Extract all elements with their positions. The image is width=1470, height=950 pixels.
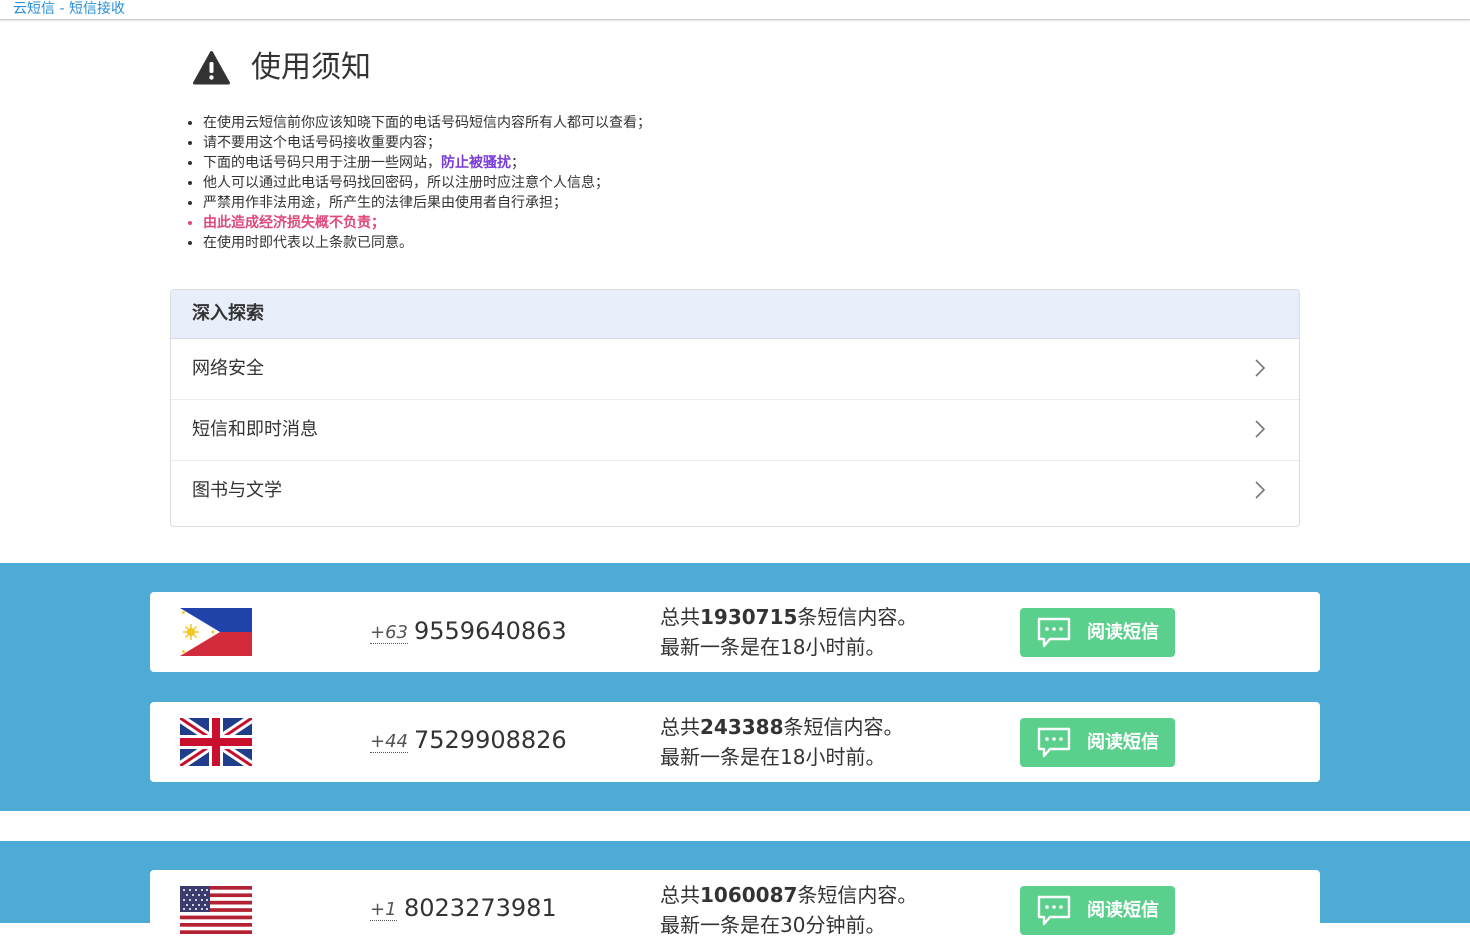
message-total: 总共243388条短信内容。 [660,712,904,742]
notice-list: 在使用云短信前你应该知晓下面的电话号码短信内容所有人都可以查看； 请不要用这个电… [185,113,651,253]
notice-item: 在使用时即代表以上条款已同意。 [203,233,651,253]
total-suffix: 条短信内容。 [797,605,918,629]
chat-bubble-icon [1037,617,1071,648]
read-sms-button[interactable]: 阅读短信 [1020,718,1175,767]
notice-item: 他人可以通过此电话号码找回密码，所以注册时应注意个人信息； [203,173,651,193]
read-sms-label: 阅读短信 [1087,622,1159,643]
message-stats: 总共243388条短信内容。 最新一条是在18小时前。 [660,712,904,772]
number-card-philippines: +63 9559640863 总共1930715条短信内容。 最新一条是在18小… [150,592,1320,672]
chevron-right-icon [1255,481,1266,499]
explore-item-books-literature[interactable]: 图书与文学 [171,461,1299,521]
notice-text: ； [511,155,525,171]
read-sms-button[interactable]: 阅读短信 [1020,886,1175,935]
country-code: +1 [370,899,397,921]
chat-bubble-icon [1037,727,1071,758]
message-stats: 总共1930715条短信内容。 最新一条是在18小时前。 [660,602,917,662]
explore-item-network-security[interactable]: 网络安全 [171,339,1299,400]
total-prefix: 总共 [660,605,700,629]
message-total: 总共1060087条短信内容。 [660,880,917,910]
explore-heading: 深入探索 [171,290,1299,339]
message-stats: 总共1060087条短信内容。 最新一条是在30分钟前。 [660,880,917,940]
top-bar: 云短信 - 短信接收 [0,0,1470,20]
total-count: 243388 [700,715,784,739]
country-code: +44 [370,731,408,753]
total-suffix: 条短信内容。 [797,883,918,907]
highlight-text: 防止被骚扰 [441,155,511,171]
country-code: +63 [370,622,408,644]
notice-item: 下面的电话号码只用于注册一些网站，防止被骚扰； [203,153,651,173]
explore-panel: 深入探索 网络安全 短信和即时消息 图书与文学 [170,289,1300,527]
explore-item-label: 短信和即时消息 [192,419,318,440]
latest-message-time: 最新一条是在18小时前。 [660,635,886,659]
notice-header: 使用须知 [193,48,371,88]
uk-flag-icon [180,718,252,766]
us-flag-icon [180,886,252,934]
notice-text: 下面的电话号码只用于注册一些网站， [203,155,441,171]
philippines-flag-icon [180,608,252,656]
number-list-band: +63 9559640863 总共1930715条短信内容。 最新一条是在18小… [0,563,1470,811]
notice-item: 在使用云短信前你应该知晓下面的电话号码短信内容所有人都可以查看； [203,113,651,133]
total-prefix: 总共 [660,883,700,907]
number-list-band: +1 8023273981 总共1060087条短信内容。 最新一条是在30分钟… [0,841,1470,950]
phone-number[interactable]: 7529908826 [414,725,567,755]
explore-item-label: 网络安全 [192,358,264,379]
number-card-us: +1 8023273981 总共1060087条短信内容。 最新一条是在30分钟… [150,870,1320,950]
total-prefix: 总共 [660,715,700,739]
read-sms-button[interactable]: 阅读短信 [1020,608,1175,657]
total-count: 1930715 [700,605,798,629]
total-suffix: 条短信内容。 [783,715,904,739]
number-card-uk: +44 7529908826 总共243388条短信内容。 最新一条是在18小时… [150,702,1320,782]
message-total: 总共1930715条短信内容。 [660,602,917,632]
notice-item-warning: 由此造成经济损失概不负责； [203,213,651,233]
read-sms-label: 阅读短信 [1087,900,1159,921]
chevron-right-icon [1255,420,1266,438]
notice-item: 请不要用这个电话号码接收重要内容； [203,133,651,153]
read-sms-label: 阅读短信 [1087,732,1159,753]
total-count: 1060087 [700,883,798,907]
explore-item-label: 图书与文学 [192,480,282,501]
latest-message-time: 最新一条是在18小时前。 [660,745,886,769]
notice-title: 使用须知 [251,50,371,85]
site-title-link[interactable]: 云短信 - 短信接收 [13,0,125,18]
phone-number[interactable]: 8023273981 [404,893,557,923]
notice-item: 严禁用作非法用途，所产生的法律后果由使用者自行承担； [203,193,651,213]
warning-icon [193,51,230,85]
chevron-right-icon [1255,359,1266,377]
phone-number[interactable]: 9559640863 [414,616,567,646]
latest-message-time: 最新一条是在30分钟前。 [660,913,886,937]
explore-item-sms-messaging[interactable]: 短信和即时消息 [171,400,1299,461]
